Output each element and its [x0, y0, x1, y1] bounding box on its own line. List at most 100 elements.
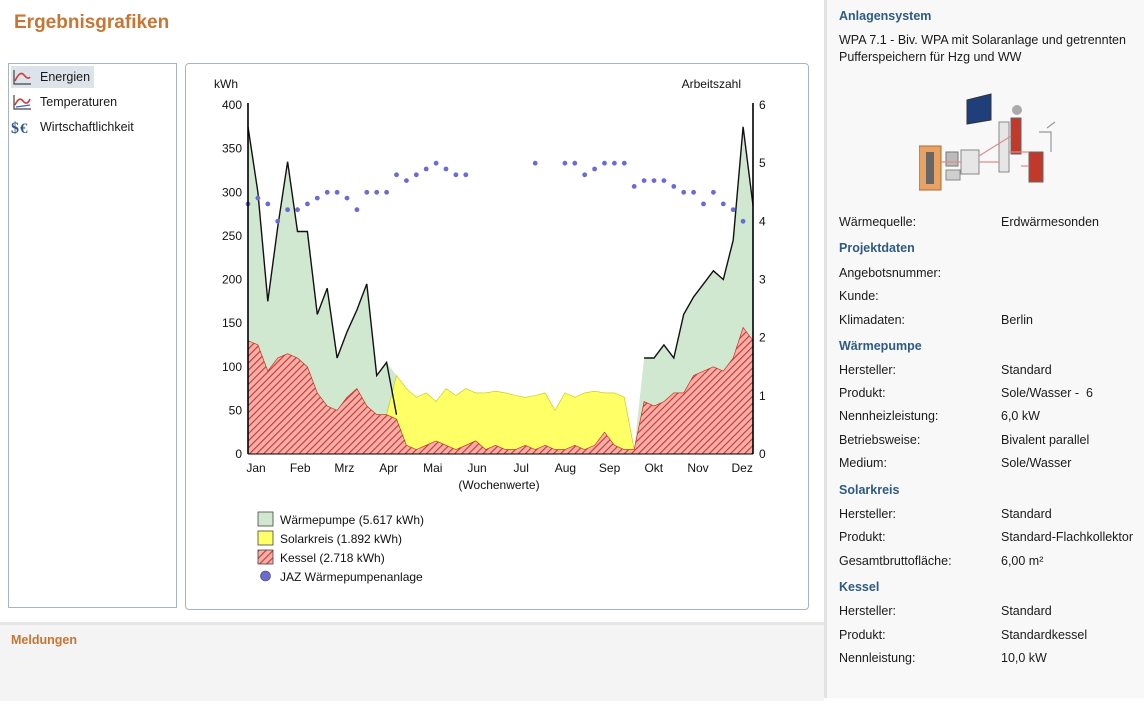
- month-tick-label: Nov: [687, 461, 708, 475]
- y2-tick-label: 6: [759, 98, 766, 112]
- month-tick-label: Sep: [599, 461, 621, 475]
- jaz-point: [720, 201, 726, 207]
- jaz-point: [404, 178, 409, 183]
- jaz-point: [612, 160, 617, 166]
- hp-manufacturer-label: Hersteller:: [839, 363, 896, 377]
- x-axis-title: (Wochenwerte): [458, 478, 539, 492]
- jaz-point: [394, 172, 399, 178]
- boiler-manufacturer-value: Standard: [1001, 604, 1052, 618]
- energy-chart-icon: [13, 70, 31, 85]
- y-axis-title: kWh: [214, 77, 238, 91]
- jaz-point: [295, 207, 300, 213]
- y2-tick-label: 1: [759, 389, 766, 403]
- jaz-point: [275, 218, 281, 224]
- project-section-title: Projektdaten: [839, 241, 915, 255]
- legend-jaz-label: JAZ Wärmepumpenanlage: [280, 570, 423, 584]
- month-tick-label: Mai: [423, 461, 442, 475]
- jaz-point: [572, 160, 578, 166]
- boiler-power-label: Nennleistung:: [839, 651, 916, 665]
- energy-chart: 0 50 100 150 200 250 300 350 400 0 1 2 3 4 5 6 Jan Feb Mrz…: [214, 77, 766, 584]
- solar-area-value: 6,00 m²: [1001, 554, 1044, 568]
- jaz-point: [344, 195, 350, 201]
- jaz-point: [364, 189, 370, 195]
- messages-panel: Meldungen: [0, 622, 824, 701]
- boiler-product-value: Standardkessel: [1001, 628, 1088, 642]
- nav-item-label: Temperaturen: [40, 95, 118, 109]
- jaz-point: [285, 207, 290, 213]
- legend-waermepumpe-swatch: [257, 511, 274, 527]
- customer-label: Kunde:: [839, 289, 879, 303]
- y-tick-label: 350: [222, 142, 242, 156]
- legend-solarkreis-label: Solarkreis (1.892 kWh): [280, 532, 402, 546]
- y2-tick-label: 3: [759, 273, 766, 287]
- result-nav-panel: Energien Temperaturen $ € Wirtschaftlich…: [8, 63, 177, 608]
- jaz-point: [324, 189, 330, 195]
- nav-item-wirtschaftlichkeit[interactable]: $ € Wirtschaftlichkeit: [11, 116, 138, 138]
- month-tick-label: Dez: [732, 461, 753, 475]
- solar-section-title: Solarkreis: [839, 483, 900, 497]
- jaz-point: [463, 172, 469, 178]
- jaz-point: [384, 189, 389, 195]
- legend-jaz-swatch: [260, 570, 271, 582]
- jaz-point: [641, 178, 647, 183]
- y2-tick-label: 0: [759, 447, 766, 461]
- hp-medium-value: Sole/Wasser: [1001, 456, 1072, 470]
- jaz-point: [453, 172, 459, 178]
- system-schematic-image: [919, 93, 1056, 191]
- nav-item-energien[interactable]: Energien: [11, 66, 95, 88]
- offer-number-label: Angebotsnummer:: [839, 266, 942, 280]
- boiler-manufacturer-label: Hersteller:: [839, 604, 896, 618]
- month-tick-label: Jun: [467, 461, 486, 475]
- legend-solarkreis-swatch: [257, 530, 274, 546]
- jaz-point: [582, 172, 588, 178]
- month-tick-label: Aug: [555, 461, 576, 475]
- jaz-point: [592, 166, 597, 172]
- y2-tick-label: 2: [759, 331, 766, 345]
- jaz-point: [413, 172, 419, 178]
- month-tick-label: Okt: [644, 461, 663, 475]
- messages-title: Meldungen: [11, 633, 77, 647]
- jaz-point: [730, 207, 736, 213]
- y2-tick-label: 4: [759, 214, 766, 228]
- nav-item-label: Energien: [40, 70, 91, 84]
- hp-mode-label: Betriebsweise:: [839, 433, 921, 447]
- y-tick-label: 300: [222, 185, 242, 199]
- jaz-point: [681, 189, 687, 195]
- climate-value: Berlin: [1001, 313, 1033, 327]
- jaz-point: [691, 189, 696, 195]
- jaz-point: [433, 160, 439, 166]
- y-tick-label: 100: [222, 360, 242, 374]
- jaz-point: [314, 195, 320, 201]
- solar-manufacturer-label: Hersteller:: [839, 507, 896, 521]
- jaz-point: [255, 195, 261, 201]
- jaz-point: [701, 201, 706, 207]
- y-tick-label: 400: [222, 98, 242, 112]
- climate-label: Klimadaten:: [839, 313, 906, 327]
- jaz-point: [621, 160, 627, 166]
- hp-medium-label: Medium:: [839, 456, 887, 470]
- jaz-point: [265, 201, 271, 207]
- jaz-point: [423, 166, 429, 172]
- hp-product-value: Sole/Wasser - 6: [1001, 386, 1093, 400]
- source-value: Erdwärmesonden: [1001, 215, 1099, 229]
- jaz-point: [602, 160, 607, 166]
- hp-power-label: Nennheizleistung:: [839, 409, 939, 423]
- source-label: Wärmequelle:: [839, 215, 917, 229]
- nav-item-temperaturen[interactable]: Temperaturen: [11, 91, 121, 113]
- svg-text:$: $: [11, 120, 19, 136]
- jaz-point: [661, 178, 667, 183]
- svg-text:€: €: [20, 121, 28, 136]
- temperature-chart-icon: [13, 95, 31, 110]
- month-tick-label: Jan: [246, 461, 265, 475]
- system-section-title: Anlagensystem: [839, 9, 932, 23]
- boiler-power-value: 10,0 kW: [1001, 651, 1047, 665]
- jaz-point: [651, 178, 657, 183]
- month-tick-label: Apr: [379, 461, 398, 475]
- jaz-point: [562, 160, 568, 166]
- solar-manufacturer-value: Standard: [1001, 507, 1052, 521]
- currency-icon: $ €: [11, 120, 28, 136]
- y2-axis-title: Arbeitszahl: [682, 77, 741, 91]
- heatpump-section-title: Wärmepumpe: [839, 339, 922, 353]
- jaz-point: [740, 218, 746, 224]
- y-tick-label: 250: [222, 229, 242, 243]
